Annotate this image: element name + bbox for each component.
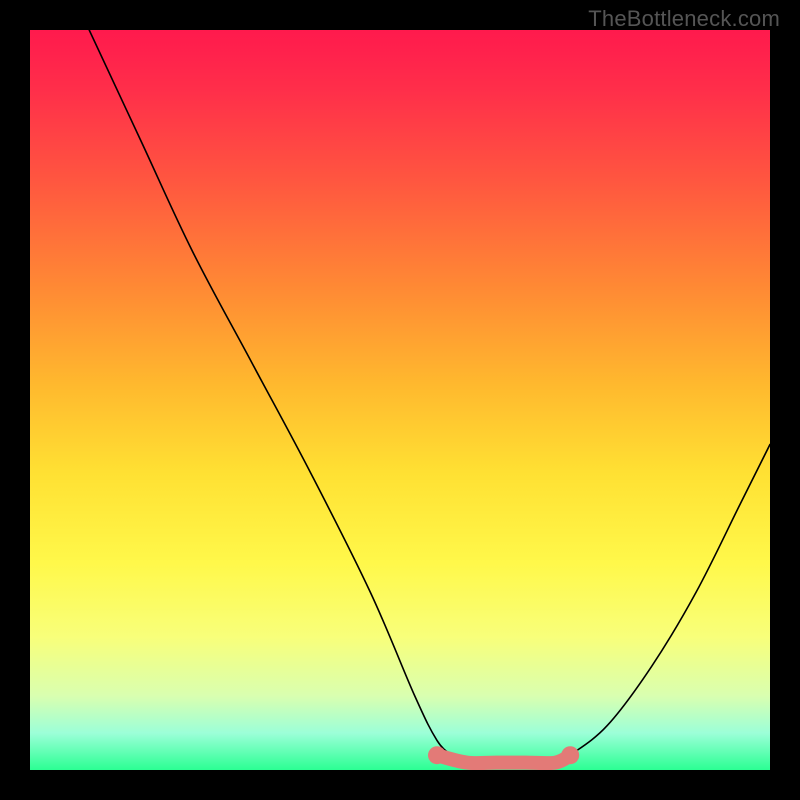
highlight-dot-left — [428, 746, 446, 764]
chart-overlay — [30, 30, 770, 770]
highlight-segment — [428, 746, 579, 764]
chart-frame: TheBottleneck.com — [0, 0, 800, 800]
highlight-dot-right — [561, 746, 579, 764]
plot-area — [30, 30, 770, 770]
curve-right — [570, 444, 770, 755]
watermark-text: TheBottleneck.com — [588, 6, 780, 32]
curve-left — [89, 30, 452, 755]
